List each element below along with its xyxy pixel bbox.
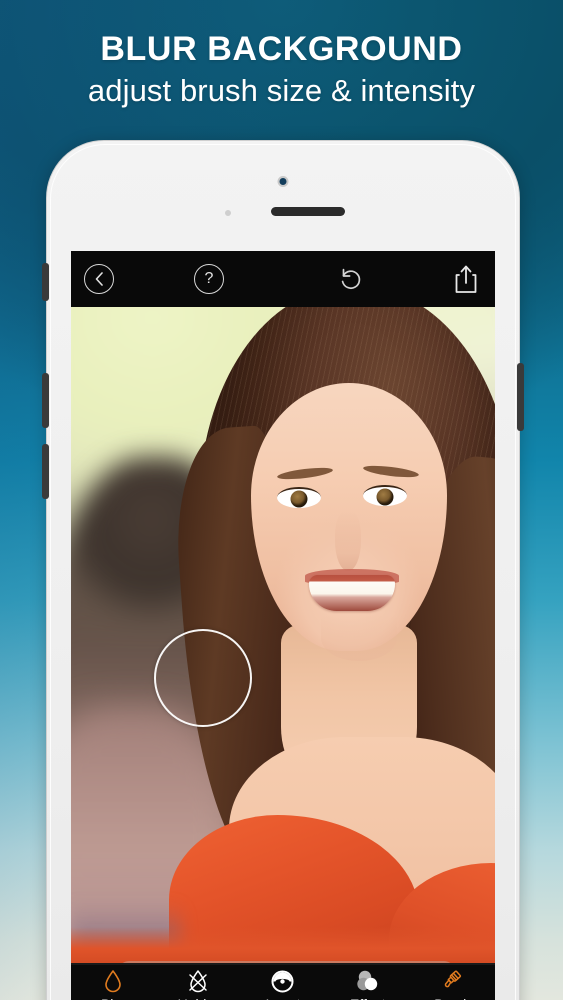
chin-shadow: [321, 615, 397, 661]
smiling-mouth: [309, 575, 395, 611]
tab-effect-label: Effect: [350, 996, 386, 1000]
droplet-crossed-icon: [188, 969, 208, 993]
proximity-sensor-icon: [225, 210, 231, 216]
tab-effect[interactable]: Effect: [326, 969, 410, 1000]
help-button[interactable]: ?: [193, 263, 225, 295]
undo-arrow-icon: [341, 268, 361, 290]
tab-brush-label: Brush: [434, 996, 471, 1000]
droplet-icon: [103, 969, 123, 993]
question-mark-icon: ?: [194, 264, 224, 294]
eyebrow-left: [276, 465, 334, 482]
mute-switch-button[interactable]: [42, 263, 49, 301]
pupil-left: [290, 490, 308, 507]
bottom-tab-bar: Blur Unblur: [71, 963, 495, 1000]
invert-circle-icon: [271, 969, 294, 993]
tab-unblur[interactable]: Unblur: [156, 969, 240, 1000]
earpiece-speaker-icon: [271, 207, 345, 216]
tab-invert[interactable]: Invert: [241, 969, 325, 1000]
back-button[interactable]: [83, 263, 115, 295]
phone-screen: ?: [71, 251, 495, 1000]
power-button[interactable]: [517, 363, 524, 431]
pupil-right: [376, 488, 394, 505]
headline-line-2: adjust brush size & intensity: [87, 73, 476, 108]
tab-invert-label: Invert: [265, 996, 300, 1000]
tab-blur[interactable]: Blur: [71, 969, 155, 1000]
headline-line-1: BLUR BACKGROUND: [100, 30, 463, 68]
app-top-toolbar: ?: [71, 251, 495, 307]
marketing-headline: BLUR BACKGROUND adjust brush size & inte…: [0, 28, 563, 111]
brush-size-cursor-icon[interactable]: [154, 629, 252, 727]
app-screenshot: BLUR BACKGROUND adjust brush size & inte…: [0, 0, 563, 1000]
tab-blur-label: Blur: [101, 996, 126, 1000]
front-camera-icon: [277, 176, 289, 187]
eyebrow-right: [362, 463, 420, 480]
chevron-left-icon: [84, 264, 114, 294]
undo-button[interactable]: [335, 263, 367, 295]
volume-down-button[interactable]: [42, 373, 49, 428]
overlapping-circles-icon: [356, 969, 380, 993]
photo-bottom-shirt-band: [71, 927, 495, 963]
share-button[interactable]: [451, 262, 481, 296]
nose: [335, 511, 361, 571]
subject-portrait: [169, 307, 495, 963]
eye-right: [363, 485, 407, 506]
photo-canvas[interactable]: Size Distance: [71, 307, 495, 963]
eye-left: [277, 487, 321, 508]
volume-up-button[interactable]: [42, 444, 49, 499]
share-icon: [455, 265, 477, 293]
phone-device-frame: ?: [42, 140, 524, 1000]
tab-brush[interactable]: Brush: [411, 969, 495, 1000]
tab-unblur-label: Unblur: [178, 996, 219, 1000]
tabbar-divider: [71, 963, 495, 965]
paintbrush-icon: [441, 969, 465, 993]
